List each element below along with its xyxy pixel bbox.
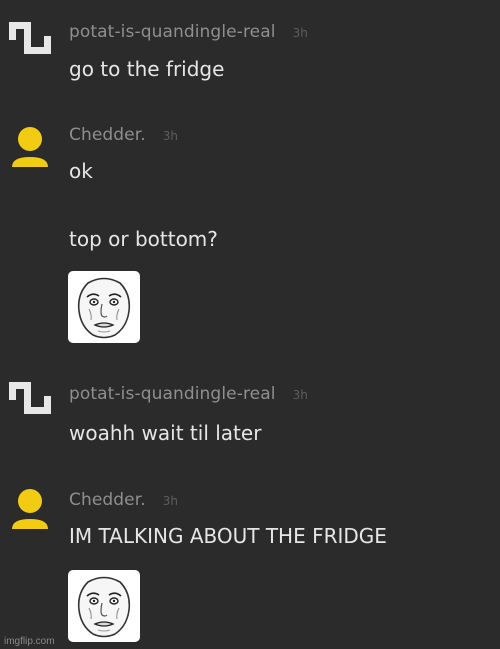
- timestamp: 3h: [292, 388, 308, 402]
- potat-pixel-logo-icon[interactable]: [9, 380, 51, 422]
- watermark: imgflip.com: [4, 636, 55, 647]
- okay-guy-meme-face-icon[interactable]: [68, 570, 140, 642]
- chat-message: Chedder. 3h IM TALKING ABOUT THE FRIDGE: [0, 470, 500, 649]
- yellow-person-icon[interactable]: [9, 487, 51, 529]
- timestamp: 3h: [162, 494, 179, 508]
- potat-pixel-logo-icon[interactable]: [9, 20, 51, 62]
- message-text: top or bottom?: [69, 227, 218, 251]
- chat-message: potat-is-quandingle-real 3h woahh wait ti…: [0, 360, 500, 470]
- timestamp: 3h: [292, 26, 308, 40]
- chat-message: Chedder. 3h ok top or bottom?: [0, 100, 500, 360]
- message-text: go to the fridge: [69, 57, 225, 81]
- okay-guy-meme-face-icon[interactable]: [68, 271, 140, 343]
- username[interactable]: Chedder.: [69, 125, 146, 145]
- chat-message: potat-is-quandingle-real 3h go to the fri…: [0, 0, 500, 100]
- timestamp: 3h: [162, 129, 179, 143]
- username[interactable]: potat-is-quandingle-real: [69, 384, 276, 404]
- username[interactable]: potat-is-quandingle-real: [69, 22, 276, 42]
- message-text: IM TALKING ABOUT THE FRIDGE: [69, 524, 387, 548]
- username[interactable]: Chedder.: [69, 490, 146, 510]
- message-text: ok: [69, 159, 93, 183]
- message-text: woahh wait til later: [69, 421, 262, 445]
- yellow-person-icon[interactable]: [9, 125, 51, 167]
